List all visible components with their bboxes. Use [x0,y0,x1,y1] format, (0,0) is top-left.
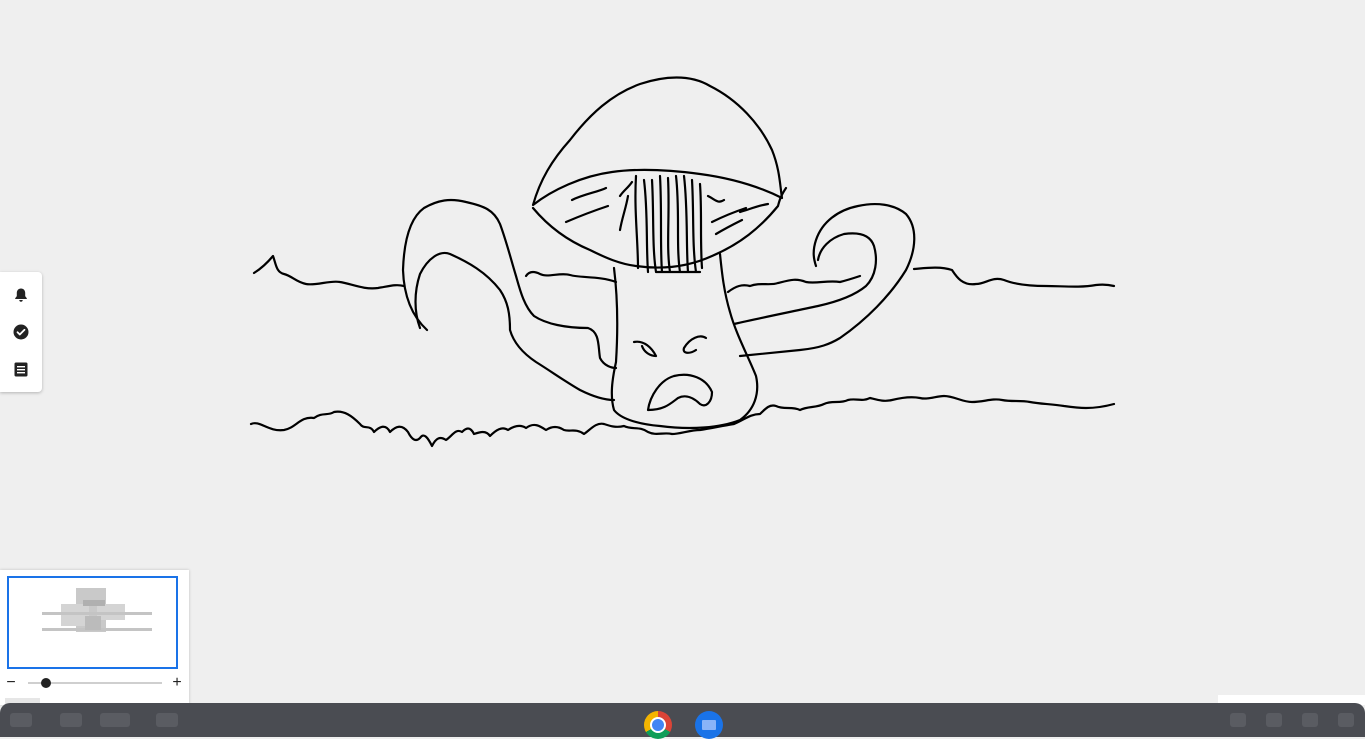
list-button[interactable] [6,354,36,384]
left-eye [632,340,658,358]
faded-search-icon [60,713,82,727]
right-eye [682,335,708,354]
complete-button[interactable] [6,317,36,347]
launcher-button[interactable] [10,713,32,727]
upper-ground-line-mid [524,270,618,284]
frown-mouth [646,373,714,412]
list-icon [14,362,28,377]
files-icon[interactable] [695,711,723,739]
faded-status-icon-4 [1338,713,1354,727]
upper-ground-line-right-b [912,266,1116,288]
faded-status-icon-2 [1266,713,1282,727]
faded-status-icon-3 [1302,713,1318,727]
gill-lines [564,180,770,236]
bell-icon [15,288,27,302]
minimap-viewport[interactable] [7,576,178,669]
chrome-icon[interactable] [644,711,672,739]
faded-note-icon [156,713,178,727]
minimap-panel: − + [0,570,189,705]
taskbar [0,703,1365,739]
zoom-in-button[interactable]: + [169,674,185,692]
side-toolbar [0,272,42,392]
zoom-slider-handle[interactable] [41,678,52,688]
zoom-out-button[interactable]: − [3,674,19,692]
upper-ground-line-right-a [726,274,862,294]
faded-tool-icon [100,713,130,727]
mushroom-cap [531,76,784,207]
zoom-slider[interactable] [28,678,162,688]
faded-status-icon-1 [1230,713,1246,727]
gill-fringe [634,174,704,274]
minimap-preview [42,588,152,632]
drawing-canvas[interactable] [0,0,1365,737]
lower-grass-line [249,394,1116,448]
upper-ground-line-left [252,254,406,290]
right-leaf [738,203,916,358]
zoom-controls: − + [0,674,189,692]
check-circle-icon [13,324,29,340]
notifications-button[interactable] [6,280,36,310]
left-leaf [401,198,618,370]
